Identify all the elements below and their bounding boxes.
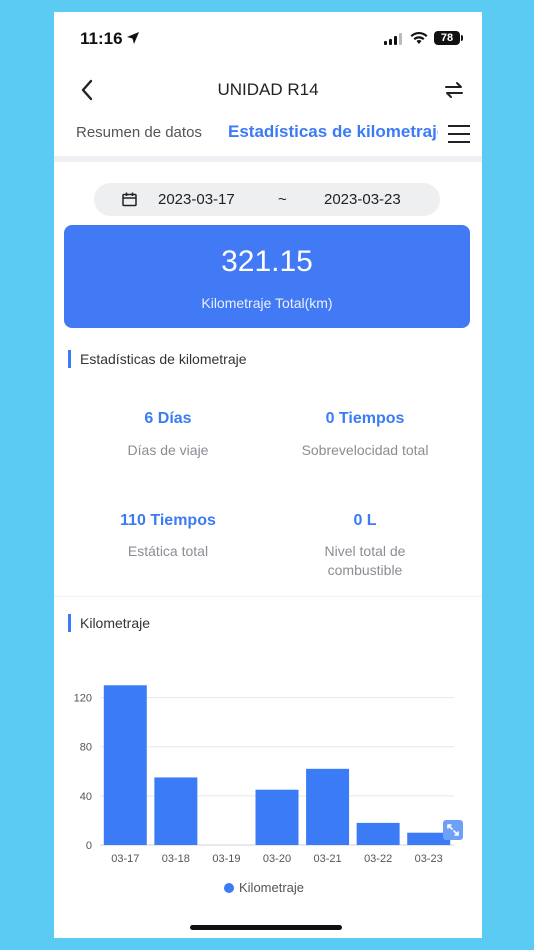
- stat-overspeed-value: 0 Tiempos: [325, 410, 405, 427]
- stat-travel-days-label: Días de viaje: [127, 442, 209, 458]
- legend-label: Kilometraje: [239, 880, 305, 895]
- home-indicator: [190, 925, 342, 930]
- hamburger-menu-icon[interactable]: [448, 124, 470, 144]
- stat-overspeed-label: Sobrevelocidad total: [301, 442, 429, 458]
- chart-bar: [306, 768, 350, 845]
- cellular-signal-icon: [384, 33, 402, 45]
- phone-screen: 11:16 78 UNIDAD R14 Resumen de datos Est…: [54, 12, 482, 938]
- tab-resumen-de-datos[interactable]: Resumen de datos: [76, 124, 202, 141]
- stat-fuel-label: Nivel total de combustible: [324, 543, 406, 578]
- date-range-picker[interactable]: 2023-03-17 ~ 2023-03-23: [94, 183, 440, 216]
- chart-legend[interactable]: Kilometraje: [224, 880, 304, 895]
- x-tick-label: 03-17: [111, 853, 139, 865]
- wifi-icon: [410, 31, 428, 44]
- status-time: 11:16: [80, 29, 123, 48]
- stat-travel-days-value: 6 Días: [144, 410, 192, 427]
- status-bar: 11:16 78: [54, 12, 482, 64]
- calendar-icon: [122, 192, 137, 207]
- stat-static-label: Estática total: [127, 543, 209, 559]
- x-tick-label: 03-23: [415, 853, 443, 865]
- total-mileage-card: 321.15 Kilometraje Total(km): [64, 225, 470, 328]
- battery-tip: [461, 35, 463, 41]
- chart-bar: [356, 822, 400, 845]
- x-tick-label: 03-20: [263, 853, 291, 865]
- stat-fuel-value: 0 L: [353, 512, 377, 529]
- y-tick-label: 80: [80, 742, 92, 754]
- date-separator: ~: [278, 191, 287, 208]
- swap-arrows-icon[interactable]: [442, 78, 466, 102]
- chart-section-title: Kilometraje: [80, 615, 151, 631]
- chart-bar: [154, 777, 198, 845]
- date-end[interactable]: 2023-03-23: [324, 191, 401, 208]
- section-accent-bar: [68, 614, 71, 632]
- tab-bar: Resumen de datos Estadísticas de kilomet…: [54, 118, 482, 156]
- total-mileage-label: Kilometraje Total(km): [201, 295, 333, 311]
- battery-icon: 78: [434, 31, 460, 45]
- mileage-bar-chart: 0 40 80 120 03-17 03-18 03-19 03-20 03-21 03-22 03…: [74, 685, 463, 865]
- x-tick-label: 03-19: [212, 853, 240, 865]
- chart-bar: [255, 789, 299, 845]
- tabs-divider: [54, 156, 482, 162]
- legend-dot-icon: [224, 883, 234, 893]
- chart-divider: [54, 596, 482, 597]
- y-tick-label: 40: [80, 791, 92, 803]
- tab-estadisticas-kilometraje[interactable]: Estadísticas de kilometraje: [228, 122, 438, 142]
- y-tick-label: 0: [86, 840, 92, 852]
- section-accent-bar: [68, 350, 71, 368]
- location-arrow-icon: [127, 32, 139, 44]
- date-start[interactable]: 2023-03-17: [158, 191, 235, 208]
- page-title: UNIDAD R14: [217, 80, 319, 99]
- stat-static-value: 110 Tiempos: [120, 512, 216, 529]
- chart-bar: [103, 685, 147, 845]
- nav-bar: UNIDAD R14: [54, 70, 482, 110]
- x-tick-label: 03-18: [162, 853, 190, 865]
- stats-section-title: Estadísticas de kilometraje: [80, 351, 247, 367]
- expand-button[interactable]: [443, 820, 463, 840]
- y-tick-label: 120: [74, 693, 92, 705]
- x-tick-label: 03-22: [364, 853, 392, 865]
- total-mileage-value: 321.15: [221, 245, 313, 278]
- x-tick-label: 03-21: [314, 853, 342, 865]
